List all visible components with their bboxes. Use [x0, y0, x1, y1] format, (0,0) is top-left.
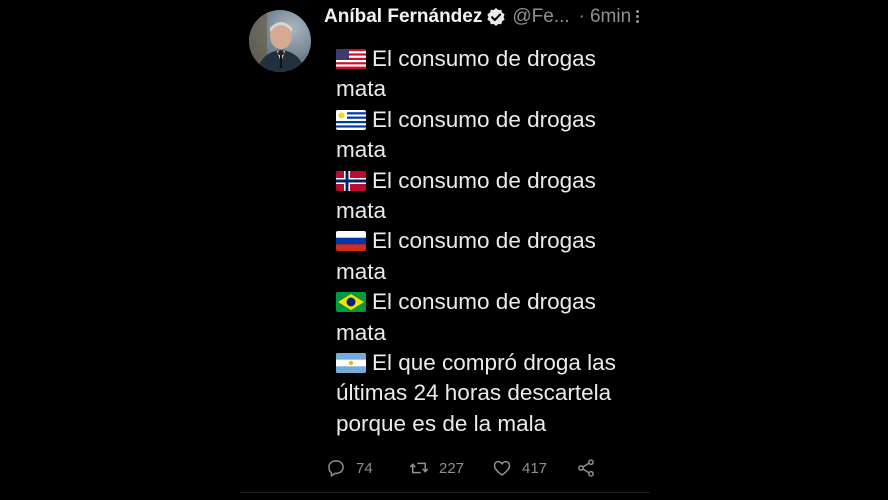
author-handle[interactable]: @Fe...: [512, 6, 569, 28]
tweet-line-text: mata: [336, 198, 387, 224]
retweet-icon: [409, 462, 429, 474]
tweet-line-text: El consumo de drogas: [372, 46, 596, 71]
header-separator: ·: [578, 6, 585, 27]
tweet-text: El consumo de drogas mata El consumo de …: [336, 44, 656, 439]
reply-icon: [328, 460, 344, 477]
tweet-line-text: El consumo de drogas: [372, 289, 596, 315]
usa-flag-icon: [336, 49, 366, 69]
like-count: 417: [522, 459, 548, 477]
tweet-header: Aníbal Fernández @Fe... · 6min: [324, 4, 631, 30]
tweet-line: El consumo de drogas: [336, 226, 656, 256]
reply-button[interactable]: 74: [326, 458, 373, 478]
tweet-line-text: mata: [336, 319, 387, 345]
tweet-line-text: mata: [336, 76, 387, 102]
share-button[interactable]: [576, 458, 606, 478]
tweet-line-text: últimas 24 horas descartela: [336, 380, 612, 406]
tweet-line: El que compró droga las: [336, 348, 656, 378]
more-options-icon[interactable]: [630, 8, 644, 28]
like-button[interactable]: 417: [492, 458, 547, 478]
tweet-timestamp[interactable]: 6min: [590, 6, 631, 28]
retweet-count: 227: [439, 459, 465, 477]
tweet-line-text: El consumo de drogas: [372, 228, 596, 254]
avatar[interactable]: [249, 10, 311, 72]
tweet-line: últimas 24 horas descartela: [336, 378, 656, 408]
tweet-line-text: El consumo de drogas: [372, 167, 596, 193]
argentina-flag-icon: [336, 353, 366, 374]
retweet-button[interactable]: 227: [409, 458, 464, 478]
uruguay-flag-icon: [336, 109, 366, 130]
tweet-line: mata: [336, 135, 656, 165]
share-icon: [578, 459, 594, 477]
tweet-line-text: porque es de la mala: [336, 410, 547, 436]
tweet-line: El consumo de drogas: [336, 105, 656, 135]
tweet-line: mata: [336, 196, 656, 226]
divider: [240, 492, 650, 493]
tweet-line: mata: [336, 74, 656, 104]
tweet-line-text: mata: [336, 258, 387, 284]
tweet-line-text: El consumo de drogas: [372, 106, 596, 132]
tweet-line-text: El que compró droga las: [372, 350, 616, 376]
tweet-line: El consumo de drogas: [336, 44, 656, 74]
norway-flag-icon: [336, 170, 366, 191]
tweet-line: porque es de la mala: [336, 409, 656, 439]
tweet-actions: 74 227 417: [326, 458, 626, 482]
tweet: Aníbal Fernández @Fe... · 6min El consum…: [0, 0, 888, 500]
tweet-line: mata: [336, 318, 656, 348]
brazil-flag-icon: [336, 292, 366, 313]
author-name[interactable]: Aníbal Fernández: [324, 6, 482, 28]
tweet-line: mata: [336, 257, 656, 287]
heart-icon: [493, 460, 511, 476]
reply-count: 74: [356, 459, 373, 477]
russia-flag-icon: [336, 231, 366, 252]
tweet-line: El consumo de drogas: [336, 287, 656, 317]
verified-badge-icon: [486, 7, 506, 27]
tweet-line: El consumo de drogas: [336, 166, 656, 196]
tweet-line-text: mata: [336, 137, 387, 163]
